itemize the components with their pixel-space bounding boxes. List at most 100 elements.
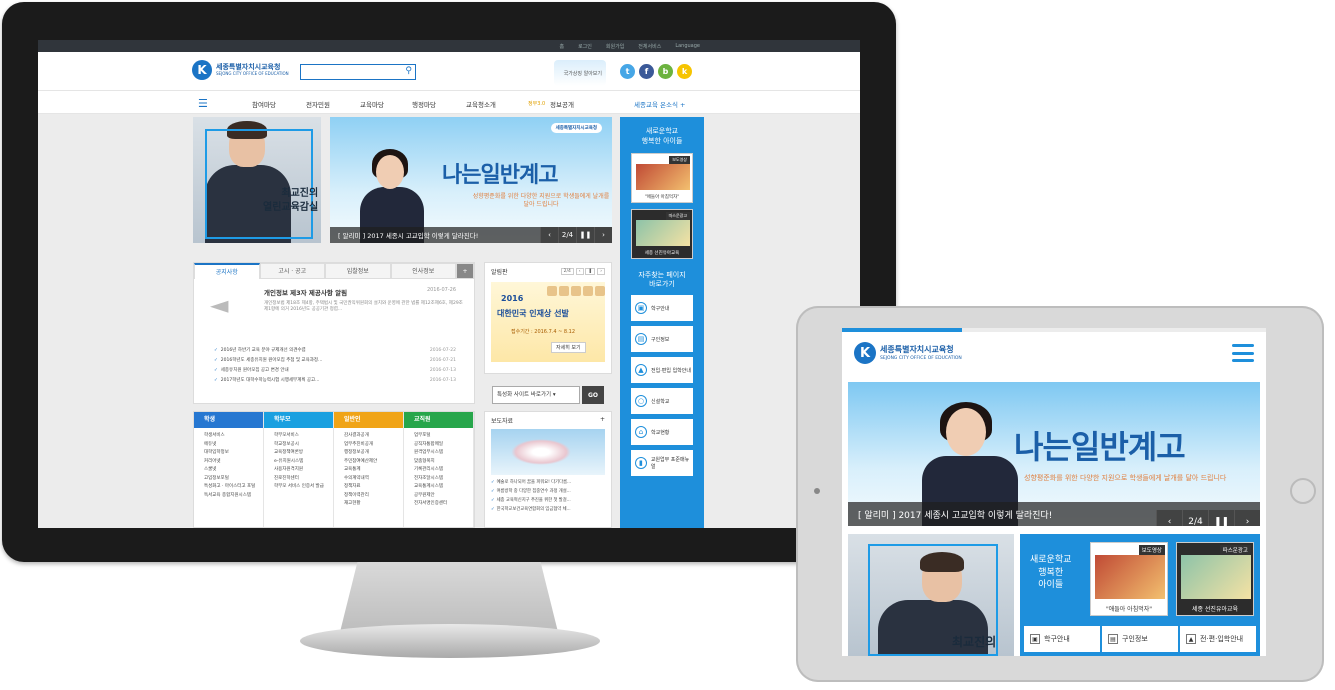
category-link[interactable]: 학생서비스 (204, 432, 263, 441)
news-video-card[interactable]: 보도영상 "애들아 아침먹자" (1090, 542, 1168, 616)
prev-slide-icon[interactable]: ‹ (1156, 510, 1182, 526)
kakao-icon[interactable]: k (677, 64, 692, 79)
category-link[interactable]: 교육정책여론방 (274, 449, 333, 458)
prev-icon[interactable]: ‹ (575, 268, 584, 275)
nav-civil-service[interactable]: 전자민원 (306, 99, 330, 109)
category-link[interactable]: 업무추진비공개 (344, 441, 403, 450)
category-link[interactable]: 전자조달시스템 (414, 475, 473, 484)
next-icon[interactable]: › (597, 268, 605, 275)
category-link[interactable]: 학부모 서비스 인증서 발급 (274, 483, 333, 492)
ad-video-card[interactable]: 따스운광고 세종 선진유아교육 (1176, 542, 1254, 616)
quicklink-manual[interactable]: ▮ 교원업무 포준매뉴얼 (631, 450, 693, 477)
list-item[interactable]: ✓ 여름방학 중 다양한 집중연수 과정 개설... (491, 488, 605, 497)
national-symbol-banner[interactable]: 국가상징 알아보기 (554, 60, 606, 86)
category-link[interactable]: 행정정보공개 (344, 449, 403, 458)
nav-info-disclosure[interactable]: 정보공개 (550, 99, 574, 109)
next-slide-icon[interactable]: › (1234, 510, 1260, 526)
category-link[interactable]: 주민참여예산제안 (344, 458, 403, 467)
category-link[interactable]: 진로진학센터 (274, 475, 333, 484)
pause-icon[interactable]: ❚ (585, 268, 596, 275)
nav-participation[interactable]: 참여마당 (252, 99, 276, 109)
tab-notice[interactable]: 공지사항 (194, 263, 260, 279)
tablet-superintendent-banner[interactable]: 최교진의 (848, 534, 1014, 656)
tablet-main-slider[interactable]: 나는일반계고 성향평준화를 위한 다양한 지원으로 학생들에게 날개를 달아 드… (848, 382, 1260, 526)
search-input[interactable]: ⚲ (300, 64, 416, 80)
superintendent-banner[interactable]: 최교진의 열린교육감실 (193, 117, 321, 243)
search-icon[interactable]: ⚲ (405, 66, 412, 76)
category-link[interactable]: e-유치원시스템 (274, 458, 333, 467)
tablet-home-button[interactable] (1290, 478, 1316, 504)
category-link[interactable]: 특성화고 · 마이스터고 포털 (204, 483, 263, 492)
blog-icon[interactable]: b (658, 64, 673, 79)
quicklink-transfer[interactable]: ▲ 전·편·입학안내 (1180, 626, 1256, 652)
category-link[interactable]: 에듀넷 (204, 441, 263, 450)
category-link[interactable]: 사용자원격지원 (274, 466, 333, 475)
logo-icon[interactable]: K (854, 342, 876, 364)
pause-icon[interactable]: ❚❚ (576, 227, 594, 243)
list-item[interactable]: ✓ 2017학년도 대학수학능력시험 시행세부계획 공고... 2016-07-13 (214, 375, 456, 385)
category-link[interactable]: 정책자료 (344, 483, 403, 492)
category-link[interactable]: 맞춤형복지 (414, 458, 473, 467)
util-home-link[interactable]: 홈 (559, 43, 564, 50)
nav-about[interactable]: 교육청소개 (466, 99, 496, 109)
list-item[interactable]: ✓ 세종유치원 원아모집 공고 변경 안내 2016-07-13 (214, 365, 456, 375)
quicklink-transfer[interactable]: ▲ 전입·편입 입학안내 (631, 357, 693, 384)
quicklink-district[interactable]: ▣ 학구안내 (631, 295, 693, 322)
category-link[interactable]: 고입정보포털 (204, 475, 263, 484)
list-item[interactable]: ✓ 2016학년도 세종유치원 원아모집 추첨 및 교육과정... 2016-07-… (214, 355, 456, 365)
alim-detail-button[interactable]: 자세히 보기 (551, 342, 586, 353)
prev-slide-icon[interactable]: ‹ (540, 227, 558, 243)
list-item[interactable]: ✓ 예술로 하나되어 꿈을 피워요! 다기다름... (491, 479, 605, 488)
quicklink-school-status[interactable]: ⌂ 학교현황 (631, 419, 693, 446)
category-link[interactable]: 학부모서비스 (274, 432, 333, 441)
slider-caption[interactable]: [ 알리미 ] 2017 세종시 고교입학 이렇게 달라진다! (338, 230, 478, 240)
category-link[interactable]: 감사결과공개 (344, 432, 403, 441)
alim-banner[interactable]: 2016 대한민국 인재상 선발 접수기간 : 2016.7.4 ~ 8.12 … (491, 282, 605, 362)
list-item[interactable]: ✓ 세종 교육혁신지구 추진을 위한 첫 발걸... (491, 497, 605, 506)
tab-bid[interactable]: 입찰정보 (325, 263, 391, 279)
category-link[interactable]: 공무원제안 (414, 492, 473, 501)
util-login-link[interactable]: 로그인 (578, 43, 592, 50)
nav-administration[interactable]: 행정마당 (412, 99, 436, 109)
ad-video-card[interactable]: 따스운광고 세종 선진유아교육 (631, 208, 693, 259)
facebook-icon[interactable]: f (639, 64, 654, 79)
category-link[interactable]: 독서교육 종합지원시스템 (204, 492, 263, 501)
category-link[interactable]: 전자서명인증센터 (414, 500, 473, 509)
nav-news[interactable]: 세종교육 온소식 + (634, 99, 685, 109)
twitter-icon[interactable]: t (620, 64, 635, 79)
category-link[interactable]: 커리어넷 (204, 458, 263, 467)
press-more-icon[interactable]: + (600, 416, 605, 425)
list-item[interactable]: ✓ 한국학교보건교육연합회의 임금협약 체... (491, 506, 605, 515)
category-link[interactable]: 스쿨넷 (204, 466, 263, 475)
notice-featured[interactable]: ◄ 개인정보 제3자 제공사항 알림 2016-07-26 개인정보법 제18조… (194, 279, 474, 339)
category-link[interactable]: 학교정보공시 (274, 441, 333, 450)
news-video-card[interactable]: 보도영상 "애들아 아침먹자" (631, 152, 693, 203)
category-link[interactable]: 교육통계 (344, 466, 403, 475)
category-link[interactable]: 업무포털 (414, 432, 473, 441)
category-link[interactable]: 원격업무시스템 (414, 449, 473, 458)
util-language-link[interactable]: Language (675, 43, 700, 49)
category-link[interactable]: 교육통계시스템 (414, 483, 473, 492)
category-link[interactable]: 공직자통합메일 (414, 441, 473, 450)
util-join-link[interactable]: 회원가입 (606, 43, 624, 50)
category-link[interactable]: 수의계약내역 (344, 475, 403, 484)
site-logo[interactable]: K 세종특별자치시교육청 SEJONG CITY OFFICE OF EDUCA… (192, 60, 289, 80)
more-button[interactable]: + (456, 263, 474, 279)
quicklink-jobs[interactable]: ▤ 구인정보 (1102, 626, 1178, 652)
tab-personnel[interactable]: 인사정보 (390, 263, 456, 279)
category-link[interactable]: 기록관리시스템 (414, 466, 473, 475)
nav-education[interactable]: 교육마당 (360, 99, 384, 109)
category-link[interactable]: 정책이력관리 (344, 492, 403, 501)
slider-caption[interactable]: [ 알리미 ] 2017 세종시 고교입학 이렇게 달라진다! (858, 508, 1052, 521)
quicklink-new-school[interactable]: ○ 신설학교 (631, 388, 693, 415)
next-slide-icon[interactable]: › (594, 227, 612, 243)
main-slider[interactable]: 세종특별자치시교육청 나는일반계고 성향평준화를 위한 다양한 지원으로 학생들… (330, 117, 612, 243)
press-image[interactable] (491, 429, 605, 475)
category-link[interactable]: 재고현황 (344, 500, 403, 509)
tab-announcement[interactable]: 고시 · 공고 (259, 263, 325, 279)
category-link[interactable]: 대학입학정보 (204, 449, 263, 458)
menu-icon[interactable]: ☰ (198, 97, 208, 110)
quicklink-jobs[interactable]: ▤ 구인정보 (631, 326, 693, 353)
pause-icon[interactable]: ❚❚ (1208, 510, 1234, 526)
list-item[interactable]: ✓ 2016년 하반기 교육 분야 규제개선 의견수렴 2016-07-22 (214, 345, 456, 355)
